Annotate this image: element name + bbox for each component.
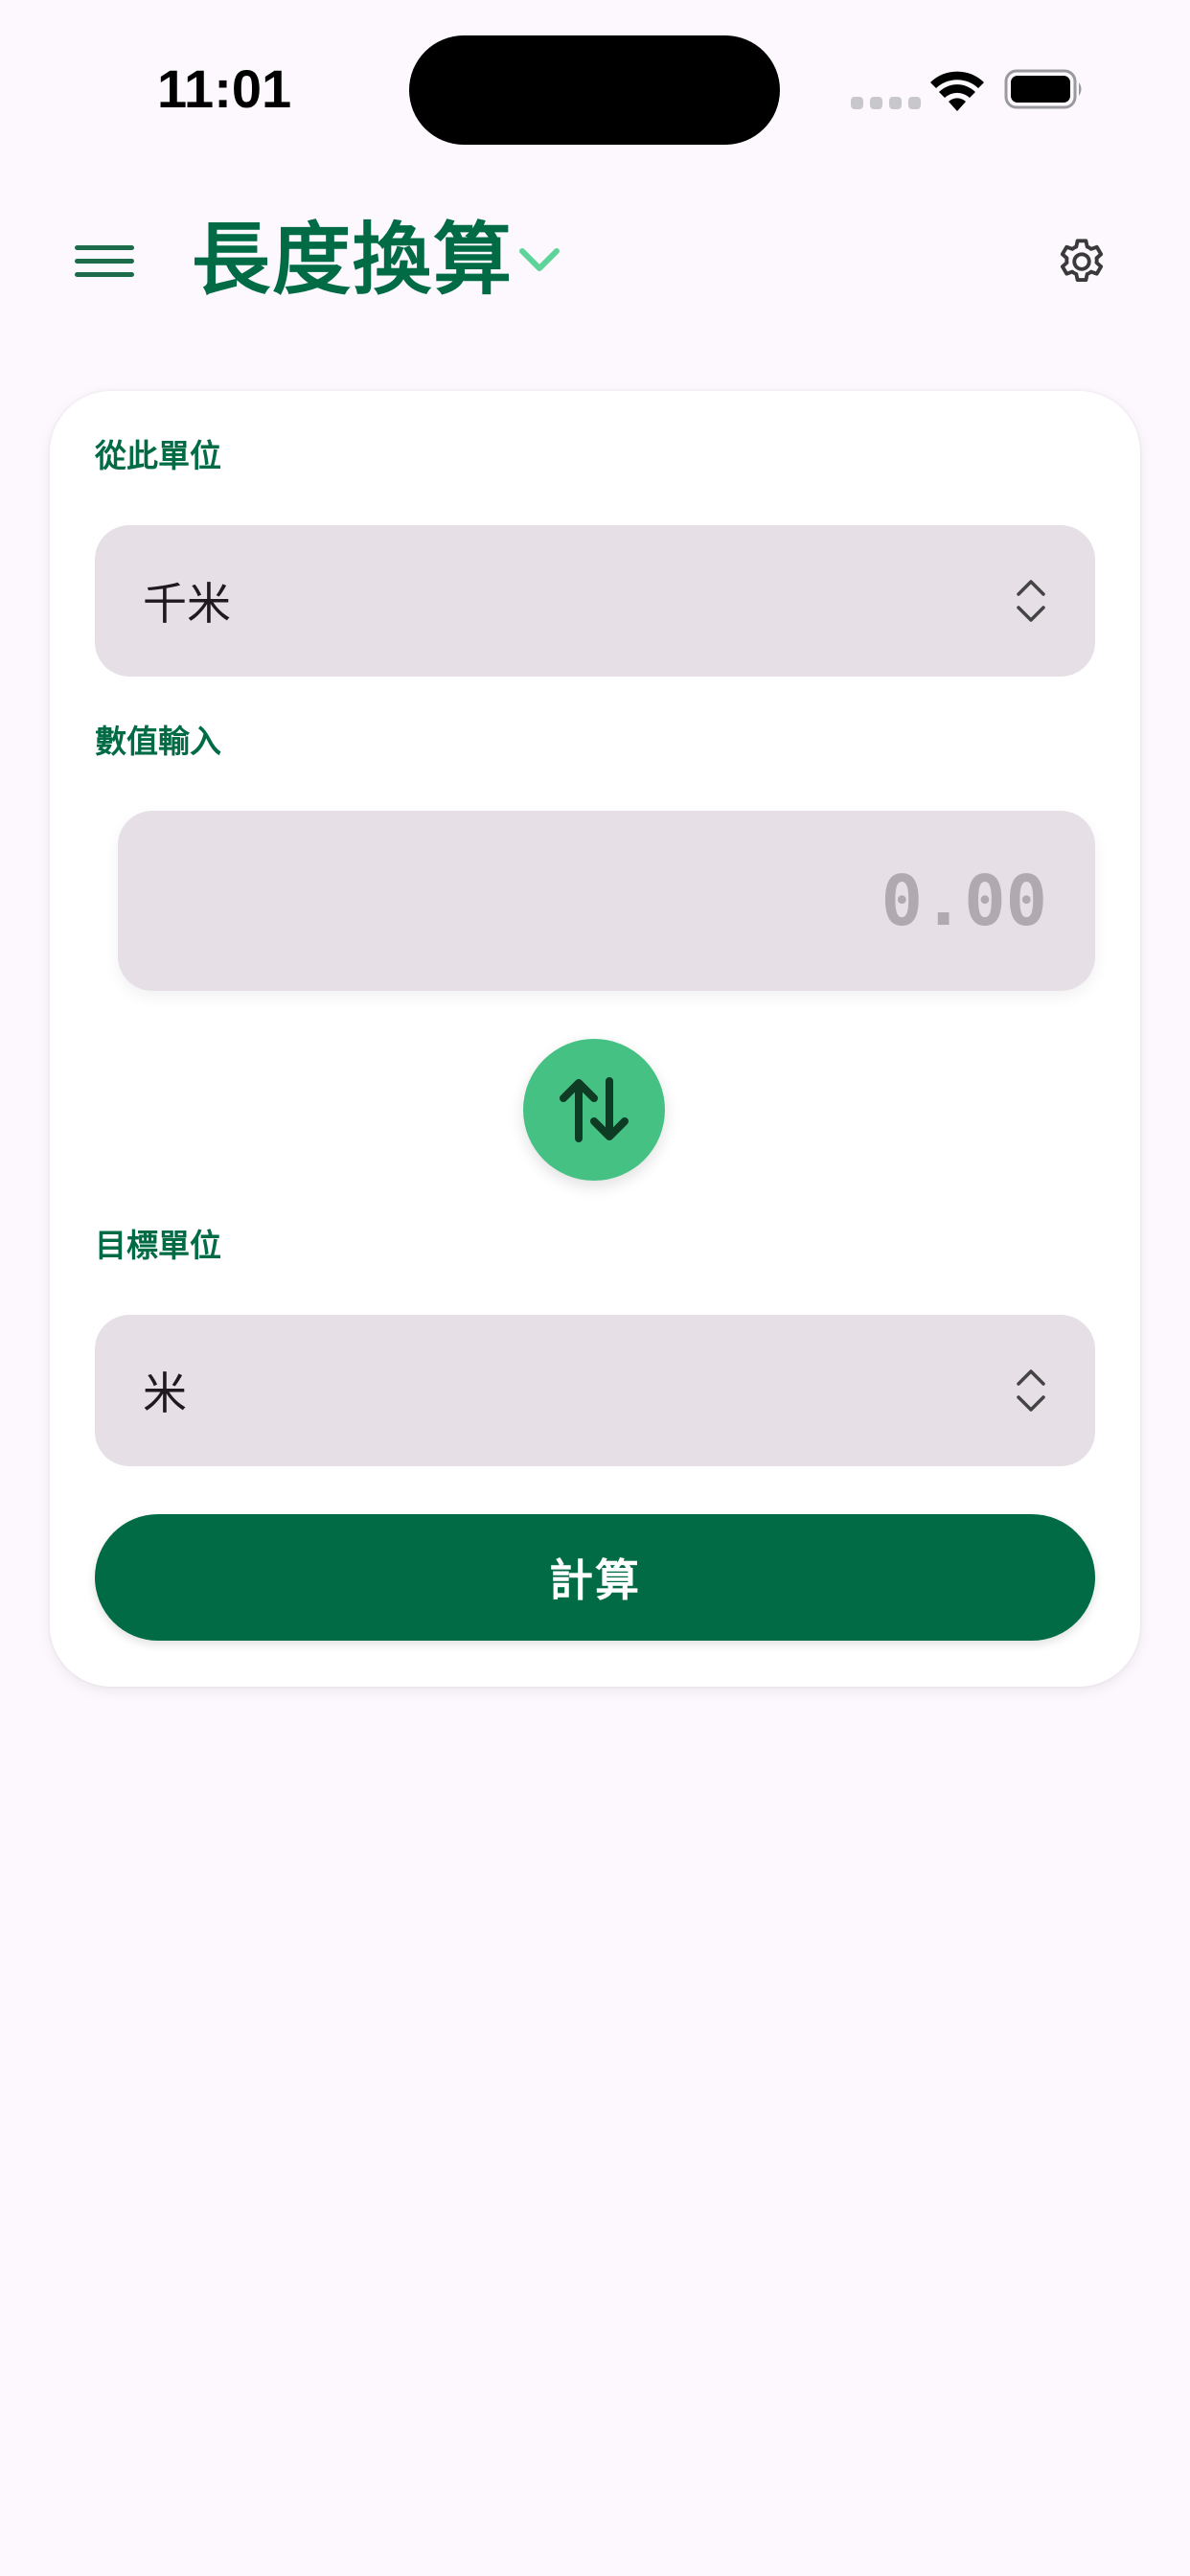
from-unit-select[interactable]: 千米 bbox=[95, 525, 1095, 677]
dynamic-island bbox=[409, 35, 780, 145]
chevron-up-down-icon bbox=[1017, 1369, 1045, 1412]
gear-icon[interactable] bbox=[1052, 232, 1111, 291]
wifi-icon bbox=[930, 71, 984, 111]
hamburger-menu-icon[interactable] bbox=[75, 242, 138, 280]
from-unit-value: 千米 bbox=[143, 578, 231, 630]
from-unit-label: 從此單位 bbox=[95, 437, 221, 474]
swap-vertical-icon bbox=[560, 1077, 629, 1142]
swap-units-button[interactable] bbox=[523, 1039, 665, 1181]
value-input-label: 數值輸入 bbox=[95, 723, 221, 760]
converter-card: 從此單位 千米 數值輸入 0.00 目標單位 米 計算 bbox=[50, 391, 1140, 1687]
value-input-field[interactable]: 0.00 bbox=[118, 811, 1095, 991]
cellular-signal-icon bbox=[851, 97, 921, 109]
to-unit-value: 米 bbox=[143, 1368, 187, 1419]
chevron-down-icon[interactable] bbox=[517, 245, 561, 274]
calculate-button[interactable]: 計算 bbox=[95, 1514, 1095, 1641]
battery-icon bbox=[1004, 69, 1082, 109]
page-title[interactable]: 長度換算 bbox=[192, 213, 514, 309]
to-unit-label: 目標單位 bbox=[95, 1227, 221, 1264]
calculate-button-label: 計算 bbox=[549, 1554, 641, 1606]
chevron-up-down-icon bbox=[1017, 580, 1045, 622]
status-time: 11:01 bbox=[157, 58, 292, 119]
to-unit-select[interactable]: 米 bbox=[95, 1315, 1095, 1466]
value-input-placeholder: 0.00 bbox=[881, 861, 1047, 941]
